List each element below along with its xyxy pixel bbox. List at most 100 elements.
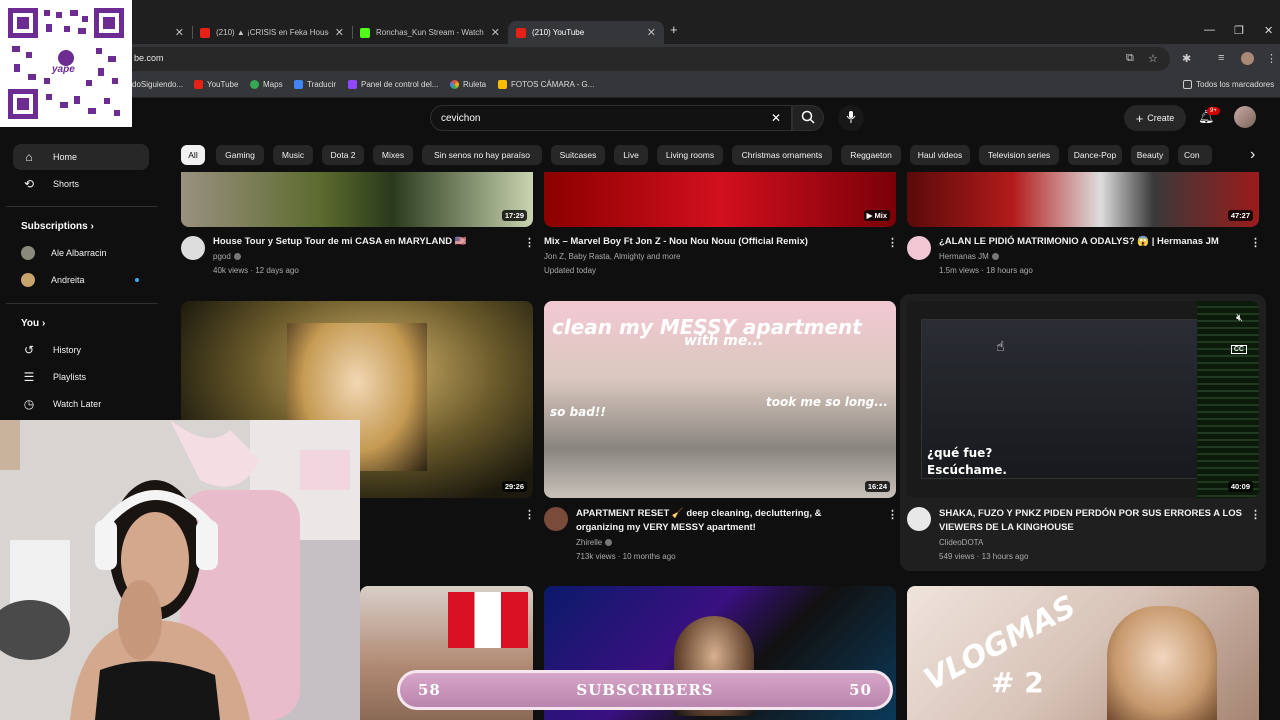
search-button[interactable] [792,105,824,131]
video-title[interactable]: SHAKA, FUZO Y PNKZ PIDEN PERDÓN POR SUS … [939,507,1244,535]
close-window-icon[interactable]: ✕ [1264,24,1273,37]
subscriber-goal-bar: 58 SUBSCRIBERS 50 [397,670,893,710]
video-title[interactable]: House Tour y Setup Tour de mi CASA en MA… [213,235,513,249]
create-button[interactable]: + Create [1124,105,1186,131]
profile-avatar[interactable] [1241,52,1254,65]
youtube-icon [200,27,210,38]
chip[interactable]: Haul videos [910,145,970,165]
video-meta: 713k views · 10 months ago [576,552,676,561]
video-thumbnail[interactable]: clean my MESSY apartment with me... so b… [544,301,896,498]
browser-tab-active[interactable]: (210) YouTube ✕ [508,21,664,44]
sidebar-item-history[interactable]: ↺ History [13,337,149,363]
sidebar-item-label: Ale Albarracin [51,248,107,258]
video-preview-player[interactable]: ¿qué fue? Escúchame. 🔇︎ CC 40:09 [907,301,1259,498]
video-title[interactable]: ¿ALAN LE PIDIÓ MATRIMONIO A ODALYS? 😱 | … [939,235,1249,249]
video-thumbnail[interactable]: 17:29 [181,172,533,227]
close-tab-icon[interactable]: ✕ [647,26,656,39]
voice-search-button[interactable] [838,105,864,131]
chip[interactable]: Dota 2 [322,145,364,165]
chip[interactable]: Dance-Pop [1068,145,1122,165]
chip[interactable]: Con [1178,145,1212,165]
channel-name[interactable]: Zhirelle [576,536,613,550]
bookmark-item[interactable]: Panel de control del... [348,80,438,89]
chip-all[interactable]: All [181,145,205,165]
bookmark-item[interactable]: YouTube [194,80,238,89]
thumbnail-caption: took me so long... [766,395,888,409]
more-actions-icon[interactable]: ⋮ [524,508,535,521]
more-actions-icon[interactable]: ⋮ [1250,508,1261,521]
bookmark-item[interactable]: doSiguiendo... [132,80,183,89]
chip[interactable]: Living rooms [657,145,723,165]
minimize-icon[interactable]: — [1204,24,1215,36]
extensions-icon[interactable]: ✱ [1182,52,1191,65]
more-actions-icon[interactable]: ⋮ [887,508,898,521]
chip[interactable]: Suitcases [551,145,605,165]
chip[interactable]: Christmas ornaments [732,145,832,165]
channel-avatar[interactable] [907,507,931,531]
drive-icon [498,80,507,89]
browser-tab[interactable]: (210) ▲ ¡CRISIS en Feka House! ✕ [192,21,352,44]
chip[interactable]: Mixes [373,145,413,165]
video-title[interactable]: Mix – Marvel Boy Ft Jon Z - Nou Nou Nouu… [544,235,874,249]
close-tab-icon[interactable]: ✕ [491,26,500,39]
account-avatar[interactable] [1234,106,1256,128]
channel-name[interactable]: ClideoDOTA [939,536,983,550]
chip[interactable]: Gaming [216,145,264,165]
you-heading[interactable]: You › [21,318,45,329]
captions-icon[interactable]: CC [1230,345,1247,354]
channel-name[interactable]: Jon Z, Baby Rasta, Almighty and more [544,250,681,264]
video-thumbnail[interactable]: 47:27 [907,172,1259,227]
channel-avatar[interactable] [907,236,931,260]
bookmark-label: Maps [263,80,283,89]
new-tab-button[interactable]: + [670,22,678,37]
channel-name[interactable]: pgod [213,250,241,264]
chip[interactable]: Live [614,145,648,165]
bookmark-item[interactable]: Ruleta [450,80,486,89]
chip[interactable]: Reggaeton [841,145,901,165]
restore-icon[interactable]: ❐ [1234,24,1244,37]
clear-search-icon[interactable]: ✕ [771,111,781,125]
channel-avatar[interactable] [181,236,205,260]
subscription-item[interactable]: Andreita [13,267,149,293]
subscriptions-heading[interactable]: Subscriptions › [21,221,94,232]
subscription-item[interactable]: Ale Albarracin [13,240,149,266]
video-duration: 40:09 [1227,481,1253,492]
sidebar-item-watch-later[interactable]: ◷ Watch Later [13,391,149,417]
install-app-icon[interactable]: ⧉ [1126,52,1134,65]
sidebar-item-home[interactable]: ⌂ Home [13,144,149,170]
sidebar-item-shorts[interactable]: ⟲ Shorts [13,171,149,197]
chip[interactable]: Music [273,145,313,165]
chip[interactable]: Television series [979,145,1059,165]
microphone-icon [846,111,856,123]
address-bar[interactable]: be.com [120,47,1170,71]
channel-avatar[interactable] [544,507,568,531]
video-meta: 549 views · 13 hours ago [939,552,1029,561]
bookmark-item[interactable]: FOTOS CÁMARA - G... [498,80,594,89]
twitch-icon [348,80,357,89]
menu-dots-icon[interactable]: ⋮ [1266,52,1277,65]
chip[interactable]: Beauty [1131,145,1169,165]
video-thumbnail[interactable]: VLOGMAS # 2 [907,586,1259,720]
sidebar-item-playlists[interactable]: ☰ Playlists [13,364,149,390]
chip[interactable]: Sin senos no hay paraíso [422,145,542,165]
video-thumbnail[interactable]: ▶︎ Mix [544,172,896,227]
search-input[interactable]: cevichon ✕ [430,105,792,131]
video-title[interactable]: APARTMENT RESET 🧹 deep cleaning, declutt… [576,507,871,535]
chevron-right-icon[interactable]: › [1250,146,1255,164]
close-tab-icon[interactable]: ✕ [335,26,344,39]
more-actions-icon[interactable]: ⋮ [524,236,535,249]
close-tab-icon[interactable]: ✕ [175,26,184,39]
media-controls-icon[interactable]: ≡ [1218,52,1224,64]
more-actions-icon[interactable]: ⋮ [1250,236,1261,249]
browser-tab[interactable]: Ronchas_Kun Stream - Watch Li ✕ [352,21,508,44]
filter-chips-bar: All Gaming Music Dota 2 Mixes Sin senos … [170,138,1280,172]
mute-icon[interactable]: 🔇︎ [1236,312,1243,325]
more-actions-icon[interactable]: ⋮ [887,236,898,249]
bookmark-item[interactable]: Traducir [294,80,336,89]
bookmark-star-icon[interactable]: ☆ [1148,52,1158,65]
maps-icon [250,80,259,89]
channel-name[interactable]: Hermanas JM [939,250,999,264]
bookmark-item[interactable]: Maps [250,80,283,89]
mouse-cursor-icon: ☝︎ [996,338,1005,354]
all-bookmarks-folder[interactable]: Todos los marcadores [1183,80,1274,89]
